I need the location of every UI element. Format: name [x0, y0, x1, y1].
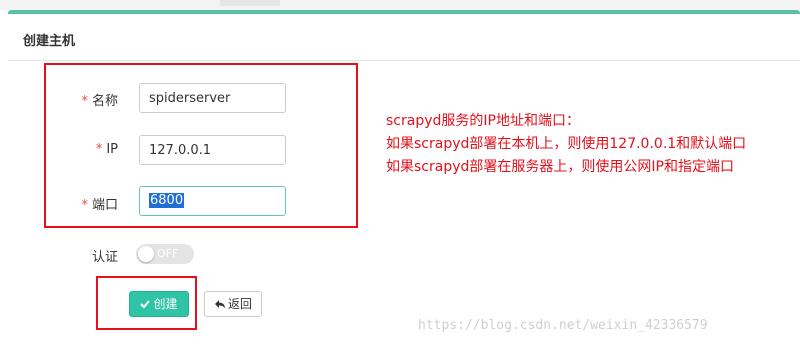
toggle-knob	[138, 246, 154, 262]
toggle-state-text: OFF	[157, 247, 179, 260]
modal-title: 创建主机	[23, 34, 76, 49]
annotation-line: scrapyd服务的IP地址和端口：	[386, 113, 580, 129]
auth-toggle[interactable]: OFF	[136, 244, 194, 264]
back-button[interactable]: 返回	[204, 291, 262, 317]
modal-header: 创建主机	[8, 14, 800, 61]
annotation-line: 如果scrapyd部署在服务器上，则使用公网IP和指定端口	[386, 159, 734, 175]
annotation-line: 如果scrapyd部署在本机上，则使用127.0.0.1和默认端口	[386, 136, 747, 152]
background-page-strip	[0, 0, 800, 10]
reply-icon	[214, 300, 225, 309]
back-button-label: 返回	[227, 297, 252, 311]
annotation-text: scrapyd服务的IP地址和端口： 如果scrapyd部署在本机上，则使用12…	[386, 110, 746, 179]
auth-label: 认证	[91, 250, 118, 265]
background-tab	[220, 0, 280, 6]
watermark: https://blog.csdn.net/weixin_42336579	[418, 318, 708, 333]
create-button-highlight-box	[96, 276, 197, 330]
form-highlight-box	[44, 63, 358, 228]
